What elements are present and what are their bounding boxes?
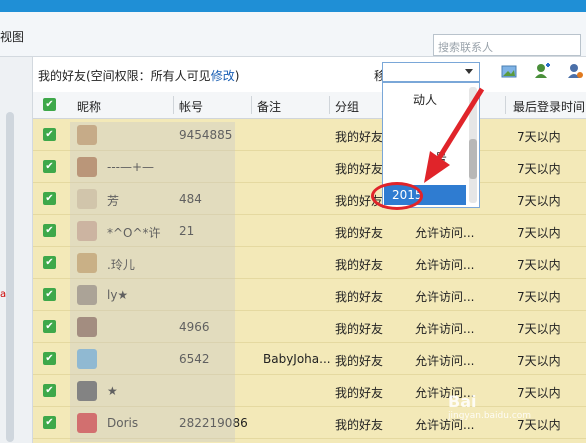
access-cell: 允许访问... <box>415 290 475 304</box>
search-input[interactable]: 搜索联系人 <box>433 34 581 56</box>
last-login-cell: 7天以内 <box>517 194 561 208</box>
column-header-remark[interactable]: 备注 <box>257 98 281 115</box>
move-to-select[interactable] <box>382 62 480 82</box>
group-cell: 我的好友 <box>335 130 384 144</box>
last-login-cell: 7天以内 <box>517 258 561 272</box>
group-cell: 我的好友 <box>335 322 384 336</box>
group-cell: 我的好友 <box>335 418 384 432</box>
group-cell: 我的好友 <box>335 258 384 272</box>
privacy-blur <box>70 122 235 442</box>
last-login-cell: 7天以内 <box>517 290 561 304</box>
group-cell: 我的好友 <box>335 290 384 304</box>
row-checkbox[interactable]: ✔ <box>43 384 56 397</box>
access-cell: 允许访问... <box>415 226 475 240</box>
view-label[interactable]: 视图 <box>0 28 24 45</box>
group-cell: 我的好友 <box>335 354 384 368</box>
last-login-cell: 7天以内 <box>517 226 561 240</box>
row-checkbox[interactable]: ✔ <box>43 224 56 237</box>
last-login-cell: 7天以内 <box>517 130 561 144</box>
group-cell: 我的好友 <box>335 226 384 240</box>
left-scrollbar[interactable] <box>6 112 14 442</box>
toolbar: 视图 搜索联系人 <box>0 12 586 57</box>
search-placeholder: 搜索联系人 <box>438 41 493 54</box>
access-cell: 允许访问... <box>415 258 475 272</box>
column-header-account[interactable]: 帐号 <box>179 98 203 115</box>
last-login-cell: 7天以内 <box>517 162 561 176</box>
group-title: 我的好友(空间权限：所有人可见修改) <box>38 69 240 83</box>
column-header-group[interactable]: 分组 <box>335 98 359 115</box>
row-checkbox[interactable]: ✔ <box>43 128 56 141</box>
left-panel: a <box>0 57 33 443</box>
contact-settings-icon[interactable] <box>566 62 584 80</box>
group-cell: 我的好友 <box>335 386 384 400</box>
last-login-cell: 7天以内 <box>517 354 561 368</box>
left-marker: a <box>0 289 7 300</box>
row-checkbox[interactable]: ✔ <box>43 320 56 333</box>
group-cell: 我的好友 <box>335 162 384 176</box>
remark-cell: BabyJoha... <box>263 352 331 366</box>
row-checkbox[interactable]: ✔ <box>43 416 56 429</box>
image-icon[interactable] <box>500 62 518 80</box>
row-checkbox[interactable]: ✔ <box>43 160 56 173</box>
select-all-checkbox[interactable]: ✔ <box>43 98 56 111</box>
last-login-cell: 7天以内 <box>517 322 561 336</box>
edit-permission-link[interactable]: 修改 <box>211 69 235 83</box>
add-contact-icon[interactable] <box>533 62 551 80</box>
access-cell: 允许访问... <box>415 354 475 368</box>
column-header-nickname[interactable]: 昵称 <box>77 98 101 115</box>
row-checkbox[interactable]: ✔ <box>43 192 56 205</box>
red-arrow-annotation <box>424 87 485 183</box>
chevron-down-icon <box>465 69 473 74</box>
table-header: ✔ 昵称 帐号 备注 分组 最后登录时间 <box>33 92 586 119</box>
row-checkbox[interactable]: ✔ <box>43 288 56 301</box>
access-cell: 允许访问... <box>415 322 475 336</box>
row-checkbox[interactable]: ✔ <box>43 256 56 269</box>
watermark: Bai jingyan.baidu.com <box>448 392 532 421</box>
row-checkbox[interactable]: ✔ <box>43 352 56 365</box>
column-header-last-login[interactable]: 最后登录时间 <box>513 98 585 115</box>
title-bar <box>0 0 586 12</box>
